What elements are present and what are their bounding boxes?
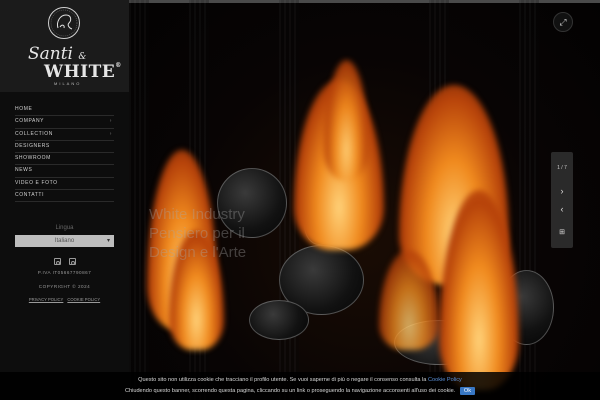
expand-icon: ⤢ <box>559 17 567 27</box>
instagram-icon[interactable] <box>53 258 61 265</box>
nav-item-company[interactable]: COMPANY › <box>15 116 114 129</box>
language-label: Lingua <box>55 225 74 231</box>
instagram-icon[interactable] <box>68 258 76 265</box>
cookie-text-line1: Questo sito non utilizza cookie che trac… <box>138 377 462 383</box>
nav-item-designers[interactable]: DESIGNERS <box>15 141 114 154</box>
social-links <box>0 252 129 270</box>
cookie-text-line2: Chiudendo questo banner, scorrendo quest… <box>0 387 600 395</box>
brand-logo[interactable]: Santi & WHITE® MILANO <box>0 0 129 92</box>
privacy-policy-link[interactable]: PRIVACY POLICY <box>29 297 64 302</box>
chevron-right-icon: › <box>560 186 564 196</box>
cookie-policy-link[interactable]: COOKIE POLICY <box>67 297 100 302</box>
sidebar: Santi & WHITE® MILANO HOME COMPANY › COLL… <box>0 0 129 400</box>
vat-number: P.IVA IT05667790867 <box>37 270 92 275</box>
next-slide-button[interactable]: › <box>551 186 573 196</box>
emblem-icon <box>48 7 80 39</box>
nav-item-collection[interactable]: COLLECTION › <box>15 129 114 141</box>
chevron-right-icon: › <box>109 118 112 125</box>
nav-item-showroom[interactable]: SHOWROOM <box>15 153 114 166</box>
chevron-right-icon: › <box>109 130 112 137</box>
fullscreen-button[interactable]: ⤢ <box>553 12 573 32</box>
nav-item-home[interactable]: HOME <box>15 104 114 117</box>
hero-slideshow: White Industry Pensiero per il Design e … <box>129 0 600 400</box>
cookie-banner: Questo sito non utilizza cookie che trac… <box>0 372 600 400</box>
slide-controls: 1 / 7 › ‹ ⊞ <box>551 152 573 248</box>
chevron-left-icon: ‹ <box>560 204 564 214</box>
nav-item-contatti[interactable]: CONTATTI <box>15 190 114 203</box>
chevron-down-icon: ▾ <box>106 238 110 244</box>
policy-links: PRIVACY POLICY COOKIE POLICY <box>0 297 129 302</box>
prev-slide-button[interactable]: ‹ <box>551 204 573 214</box>
brand-city: MILANO <box>54 81 82 86</box>
cookie-ok-button[interactable]: Ok <box>459 387 476 395</box>
thumbnails-button[interactable]: ⊞ <box>551 228 573 236</box>
main-nav: HOME COMPANY › COLLECTION › DESIGNERS SHOW… <box>15 104 114 203</box>
nav-item-video-e-foto[interactable]: VIDEO E FOTO <box>15 178 114 191</box>
language-select[interactable]: Italiano ▾ <box>15 235 114 247</box>
slide-counter: 1 / 7 <box>557 165 567 171</box>
hero-headline: White Industry Pensiero per il Design e … <box>149 206 247 261</box>
grid-icon: ⊞ <box>559 229 565 236</box>
copyright: COPYRIGHT © 2024 <box>38 284 91 289</box>
brand-script: Santi & <box>28 44 87 64</box>
brand-name: WHITE® <box>44 62 122 82</box>
cookie-policy-link[interactable]: Cookie Policy <box>428 377 462 383</box>
nav-item-news[interactable]: NEWS <box>15 165 114 178</box>
